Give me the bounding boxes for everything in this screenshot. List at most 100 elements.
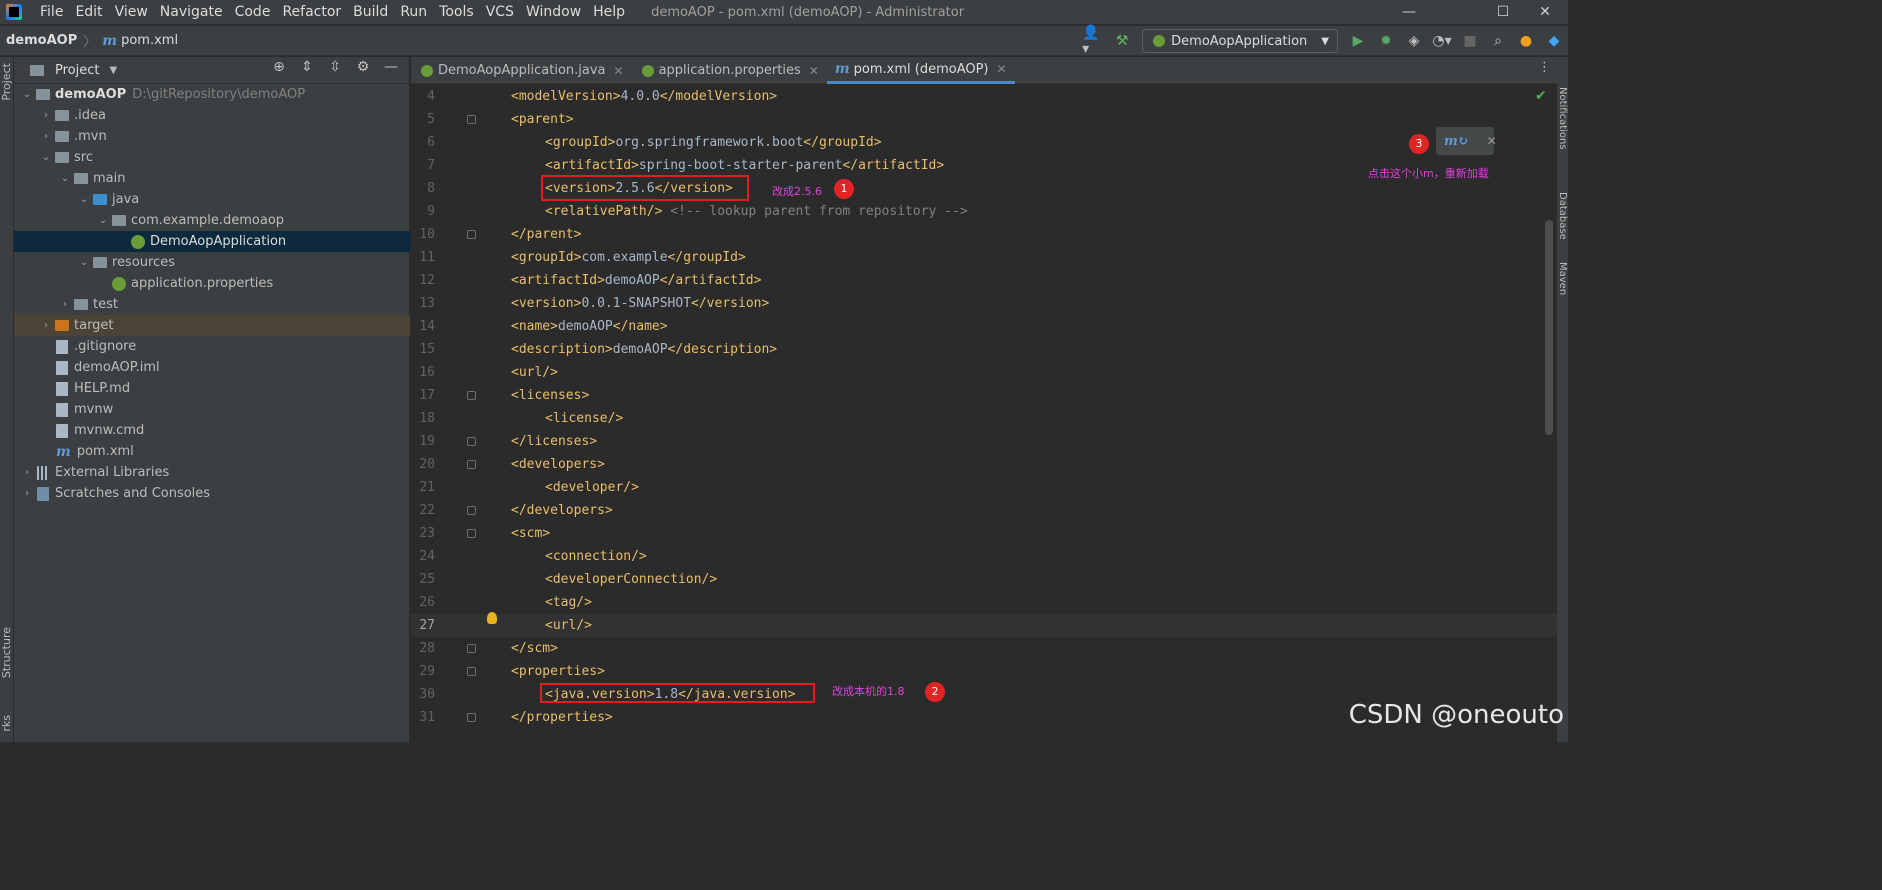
locate-icon[interactable]: ⊕ <box>265 59 293 75</box>
menu-item-navigate[interactable]: Navigate <box>154 0 229 24</box>
coverage-icon[interactable]: ◈ <box>1402 29 1426 53</box>
close-window-button[interactable]: ✕ <box>1522 0 1568 24</box>
chevron-right-icon[interactable]: › <box>39 131 53 142</box>
code-line[interactable]: 21 <developer/> <box>411 476 1557 499</box>
maven-reload-icon[interactable]: m↻ <box>1444 134 1469 149</box>
tree-item[interactable]: › Scratches and Consoles <box>14 483 410 504</box>
tree-item[interactable]: DemoAopApplication <box>14 231 410 252</box>
tree-item[interactable]: › .mvn <box>14 126 410 147</box>
update-icon[interactable]: ● <box>1514 29 1538 53</box>
debug-icon[interactable]: ✹ <box>1374 29 1398 53</box>
code-line[interactable]: 17 <licenses> <box>411 384 1557 407</box>
fold-marker-icon[interactable] <box>467 529 476 538</box>
tree-item[interactable]: ⌄ main <box>14 168 410 189</box>
expand-all-icon[interactable]: ⇕ <box>293 59 321 75</box>
run-configuration-select[interactable]: DemoAopApplication ▼ <box>1142 29 1338 53</box>
code-line[interactable]: 23 <scm> <box>411 522 1557 545</box>
close-tab-icon[interactable]: ✕ <box>809 64 819 78</box>
code-line[interactable]: 13 <version>0.0.1-SNAPSHOT</version> <box>411 292 1557 315</box>
code-line[interactable]: 19 </licenses> <box>411 430 1557 453</box>
minimize-button[interactable]: — <box>1386 0 1432 24</box>
chevron-down-icon[interactable]: ⌄ <box>77 257 91 268</box>
code-line[interactable]: 14 <name>demoAOP</name> <box>411 315 1557 338</box>
code-line[interactable]: 27 <url/> <box>411 614 1557 637</box>
tree-item[interactable]: mvnw <box>14 399 410 420</box>
tree-item[interactable]: ⌄ demoAOP D:\gitRepository\demoAOP <box>14 84 410 105</box>
chevron-down-icon[interactable]: ⌄ <box>58 173 72 184</box>
stop-icon[interactable]: ■ <box>1458 29 1482 53</box>
editor-tab[interactable]: m pom.xml (demoAOP) ✕ <box>826 57 1015 84</box>
fold-marker-icon[interactable] <box>467 460 476 469</box>
close-tab-icon[interactable]: ✕ <box>614 64 624 78</box>
tree-item[interactable]: application.properties <box>14 273 410 294</box>
editor-tab[interactable]: DemoAopApplication.java ✕ <box>411 57 632 84</box>
menu-item-edit[interactable]: Edit <box>69 0 108 24</box>
maven-tool-tab[interactable]: Maven <box>1557 262 1568 295</box>
code-line[interactable]: 5 <parent> <box>411 108 1557 131</box>
tree-item[interactable]: HELP.md <box>14 378 410 399</box>
tree-item[interactable]: m pom.xml <box>14 441 410 462</box>
run-icon[interactable]: ▶ <box>1346 29 1370 53</box>
tree-item[interactable]: mvnw.cmd <box>14 420 410 441</box>
tree-item[interactable]: demoAOP.iml <box>14 357 410 378</box>
tree-item[interactable]: › External Libraries <box>14 462 410 483</box>
tree-item[interactable]: › .idea <box>14 105 410 126</box>
menu-item-build[interactable]: Build <box>347 0 394 24</box>
tree-item[interactable]: ⌄ java <box>14 189 410 210</box>
notifications-tool-tab[interactable]: Notifications <box>1557 87 1568 150</box>
breadcrumb-file[interactable]: pom.xml <box>121 33 178 48</box>
chevron-down-icon[interactable]: ⌄ <box>20 89 34 100</box>
chevron-down-icon[interactable]: ⌄ <box>39 152 53 163</box>
chevron-down-icon[interactable]: ⌄ <box>96 215 110 226</box>
project-panel-title[interactable]: Project <box>55 63 99 78</box>
menu-item-vcs[interactable]: VCS <box>480 0 520 24</box>
scrollbar[interactable] <box>1545 220 1553 435</box>
code-line[interactable]: 26 <tag/> <box>411 591 1557 614</box>
code-line[interactable]: 24 <connection/> <box>411 545 1557 568</box>
menu-item-window[interactable]: Window <box>520 0 587 24</box>
fold-marker-icon[interactable] <box>467 506 476 515</box>
lightbulb-icon[interactable] <box>487 612 497 624</box>
code-line[interactable]: 9 <relativePath/> <!-- lookup parent from… <box>411 200 1557 223</box>
maximize-button[interactable]: ☐ <box>1480 0 1526 24</box>
tree-item[interactable]: › target <box>14 315 410 336</box>
gear-icon[interactable]: ⚙ <box>349 59 377 75</box>
tree-item[interactable]: ⌄ src <box>14 147 410 168</box>
tree-item[interactable]: .gitignore <box>14 336 410 357</box>
code-line[interactable]: 15 <description>demoAOP</description> <box>411 338 1557 361</box>
inspection-ok-icon[interactable]: ✔ <box>1535 88 1547 104</box>
collapse-all-icon[interactable]: ⇳ <box>321 59 349 75</box>
fold-marker-icon[interactable] <box>467 115 476 124</box>
fold-marker-icon[interactable] <box>467 230 476 239</box>
chevron-right-icon[interactable]: › <box>39 320 53 331</box>
code-line[interactable]: 10 </parent> <box>411 223 1557 246</box>
code-line[interactable]: 16 <url/> <box>411 361 1557 384</box>
chevron-right-icon[interactable]: › <box>39 110 53 121</box>
menu-item-run[interactable]: Run <box>394 0 433 24</box>
code-line[interactable]: 11 <groupId>com.example</groupId> <box>411 246 1557 269</box>
chevron-down-icon[interactable]: ⌄ <box>77 194 91 205</box>
menu-item-code[interactable]: Code <box>229 0 277 24</box>
structure-tool-tab[interactable]: Structure <box>0 627 14 678</box>
close-tab-icon[interactable]: ✕ <box>997 62 1007 76</box>
plugin-icon[interactable]: ◆ <box>1542 29 1566 53</box>
build-hammer-icon[interactable]: ⚒ <box>1110 29 1134 53</box>
code-line[interactable]: 25 <developerConnection/> <box>411 568 1557 591</box>
database-tool-tab[interactable]: Database <box>1557 192 1568 240</box>
editor-tab[interactable]: application.properties ✕ <box>632 57 827 84</box>
tree-item[interactable]: ⌄ resources <box>14 252 410 273</box>
close-icon[interactable]: ✕ <box>1487 134 1497 148</box>
profile-icon[interactable]: ◔▾ <box>1430 29 1454 53</box>
tree-item[interactable]: › test <box>14 294 410 315</box>
chevron-right-icon[interactable]: › <box>20 488 34 499</box>
more-icon[interactable]: ⋮ <box>1538 60 1551 75</box>
code-line[interactable]: 20 <developers> <box>411 453 1557 476</box>
breadcrumb-project[interactable]: demoAOP <box>6 33 77 48</box>
fold-marker-icon[interactable] <box>467 667 476 676</box>
code-line[interactable]: 4 <modelVersion>4.0.0</modelVersion> <box>411 85 1557 108</box>
code-line[interactable]: 18 <license/> <box>411 407 1557 430</box>
menu-item-help[interactable]: Help <box>587 0 631 24</box>
menu-item-file[interactable]: File <box>34 0 69 24</box>
fold-marker-icon[interactable] <box>467 713 476 722</box>
code-line[interactable]: 6 <groupId>org.springframework.boot</grou… <box>411 131 1557 154</box>
